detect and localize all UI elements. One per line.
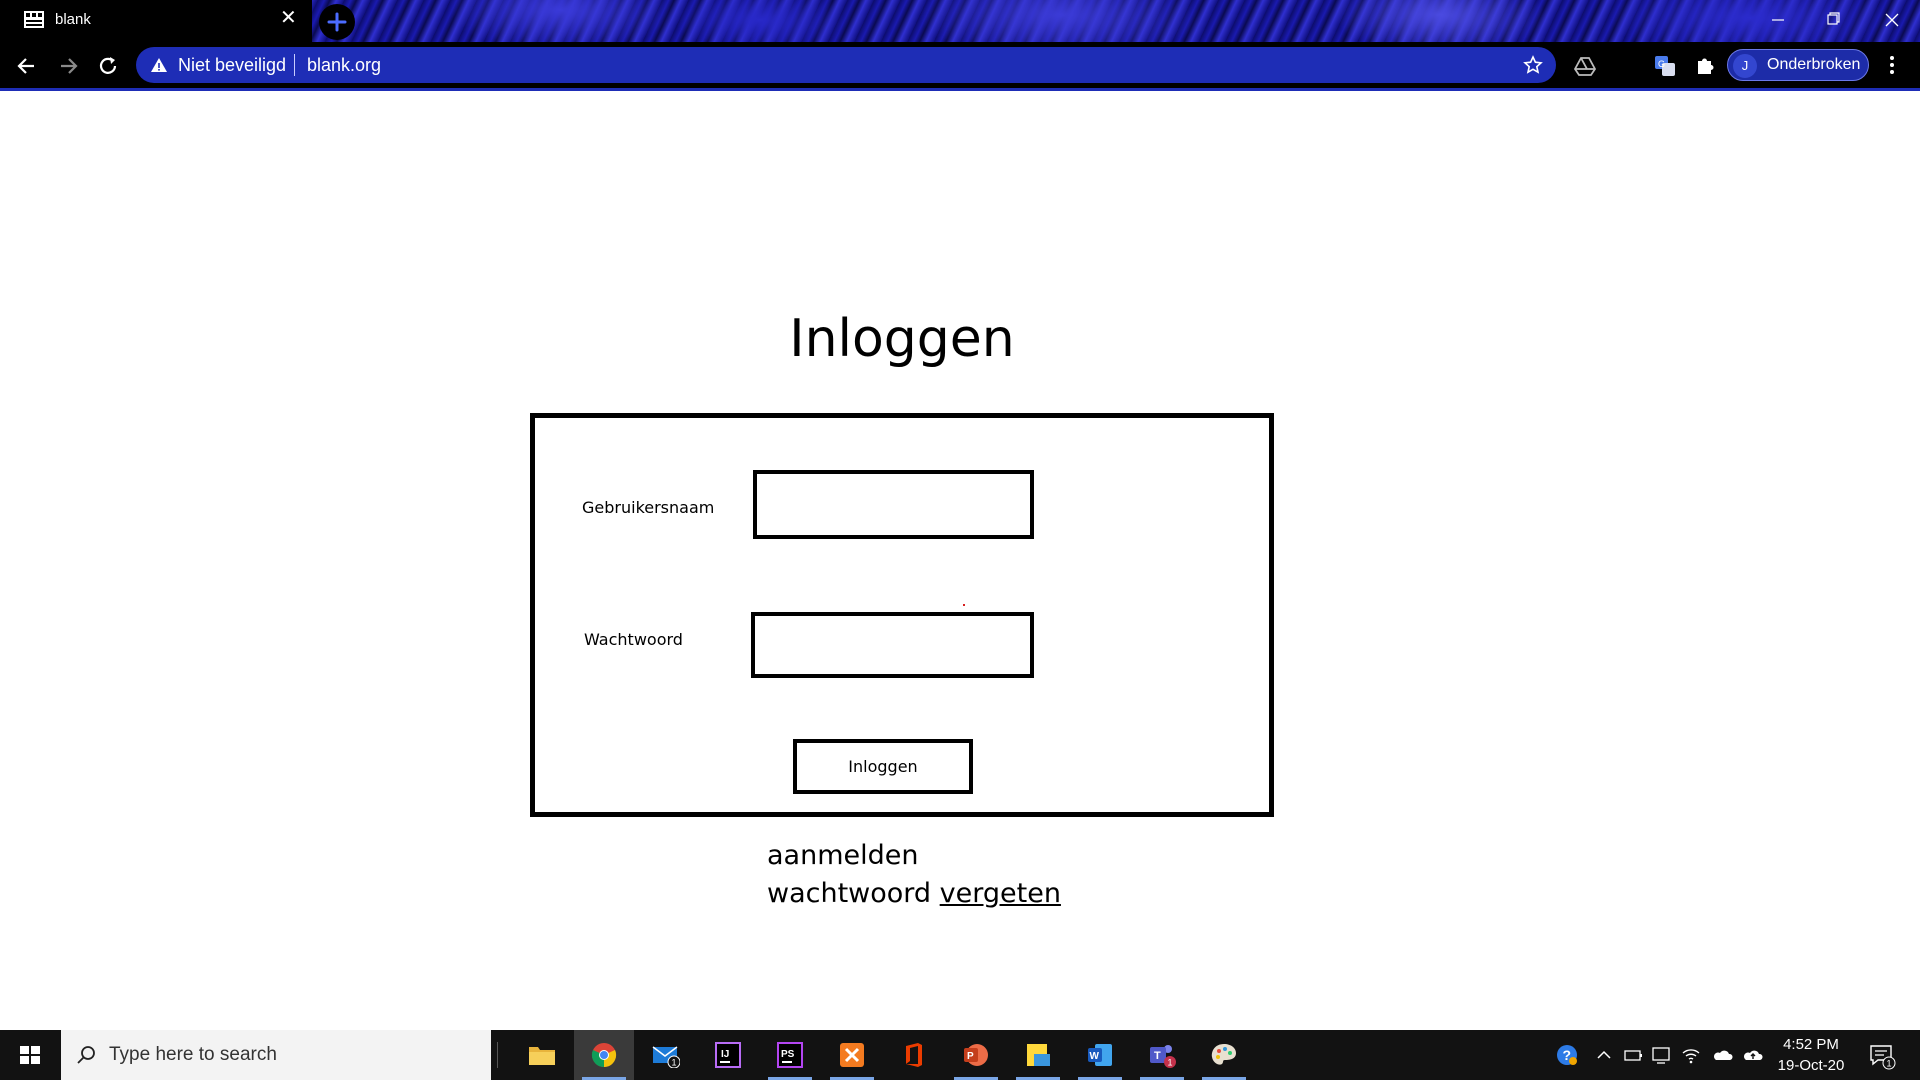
- mail-badge: 1: [672, 1058, 677, 1068]
- close-window-icon[interactable]: [1872, 8, 1912, 32]
- taskbar-phpstorm[interactable]: PS: [760, 1030, 820, 1080]
- windows-taskbar: Type here to search 1 IJ PS P W T1 ? 4:5…: [0, 1030, 1920, 1080]
- address-bar[interactable]: Niet beveiligd blank.org: [136, 47, 1556, 83]
- svg-text:G: G: [1658, 59, 1665, 69]
- cloud-upload-icon[interactable]: [1742, 1044, 1764, 1066]
- paint-palette-icon: [1211, 1044, 1236, 1065]
- google-translate-icon[interactable]: G: [1654, 55, 1676, 77]
- browser-tab[interactable]: blank ✕: [0, 0, 312, 42]
- taskbar-divider: [497, 1042, 498, 1068]
- reload-icon[interactable]: [95, 53, 121, 79]
- mail-icon: 1: [652, 1046, 680, 1068]
- search-placeholder: Type here to search: [109, 1044, 277, 1065]
- username-label: Gebruikersnaam: [582, 498, 715, 517]
- taskbar-intellij[interactable]: IJ: [698, 1030, 758, 1080]
- svg-text:P: P: [967, 1051, 974, 1062]
- teams-badge: 1: [1168, 1058, 1173, 1068]
- start-button[interactable]: [0, 1030, 60, 1080]
- page-viewport: Inloggen Gebruikersnaam Wachtwoord Inlog…: [0, 91, 1920, 1030]
- windows-logo-icon: [20, 1046, 40, 1064]
- taskbar-chrome[interactable]: [574, 1030, 634, 1080]
- more-menu-icon[interactable]: [1882, 54, 1902, 76]
- svg-text:IJ: IJ: [721, 1049, 729, 1060]
- page-title: Inloggen: [789, 309, 1015, 369]
- svg-text:PS: PS: [781, 1049, 795, 1060]
- intellij-icon: IJ: [715, 1042, 741, 1068]
- tab-close-icon[interactable]: ✕: [280, 8, 297, 28]
- taskbar-search-box[interactable]: Type here to search: [61, 1030, 491, 1080]
- blank-page-favicon-icon: [24, 11, 44, 28]
- browser-title-bar: blank ✕: [0, 0, 1920, 42]
- taskbar-file-explorer[interactable]: [512, 1030, 572, 1080]
- powerpoint-icon: P: [964, 1044, 988, 1066]
- taskbar-sticky-notes[interactable]: [1008, 1030, 1068, 1080]
- taskbar-word[interactable]: W: [1070, 1030, 1130, 1080]
- taskbar-clock[interactable]: 4:52 PM 19-Oct-20: [1768, 1034, 1854, 1076]
- clock-date: 19-Oct-20: [1777, 1057, 1845, 1074]
- svg-text:T: T: [1154, 1050, 1161, 1062]
- taskbar-teams[interactable]: T1: [1132, 1030, 1192, 1080]
- taskbar-powerpoint[interactable]: P: [946, 1030, 1006, 1080]
- url-text[interactable]: blank.org: [307, 55, 381, 76]
- warning-triangle-icon[interactable]: [150, 56, 168, 74]
- forgot-password-prefix: wachtwoord: [767, 878, 932, 909]
- chevron-up-icon[interactable]: [1593, 1044, 1615, 1066]
- xampp-icon: [840, 1043, 864, 1067]
- back-arrow-icon[interactable]: [14, 53, 40, 79]
- password-field[interactable]: [751, 612, 1034, 678]
- login-button[interactable]: Inloggen: [793, 739, 973, 794]
- login-form: Gebruikersnaam Wachtwoord Inloggen: [530, 413, 1274, 817]
- new-tab-button[interactable]: [319, 4, 355, 40]
- notification-badge: 1: [1887, 1059, 1892, 1069]
- phpstorm-icon: PS: [777, 1042, 803, 1068]
- help-icon[interactable]: ?: [1556, 1044, 1578, 1066]
- battery-icon[interactable]: [1622, 1044, 1644, 1066]
- onedrive-icon[interactable]: [1712, 1044, 1734, 1066]
- wifi-icon[interactable]: [1680, 1044, 1702, 1066]
- clock-time: 4:52 PM: [1783, 1036, 1839, 1053]
- display-icon[interactable]: [1650, 1044, 1672, 1066]
- word-icon: W: [1088, 1044, 1112, 1066]
- account-links: aanmelden wachtwoord vergeten: [767, 837, 1061, 913]
- folder-icon: [529, 1047, 555, 1065]
- stray-dot: [963, 604, 965, 606]
- taskbar-office[interactable]: [884, 1030, 944, 1080]
- restore-icon[interactable]: [1813, 8, 1853, 32]
- google-drive-icon[interactable]: [1574, 55, 1596, 77]
- avatar: J: [1733, 54, 1757, 78]
- bookmark-star-icon[interactable]: [1523, 55, 1543, 75]
- forward-arrow-icon[interactable]: [55, 53, 81, 79]
- notification-center-icon[interactable]: 1: [1868, 1042, 1896, 1070]
- forgot-password-line: wachtwoord vergeten: [767, 875, 1061, 913]
- chrome-icon: [591, 1043, 617, 1068]
- svg-text:W: W: [1090, 1051, 1100, 1062]
- teams-icon: T1: [1150, 1045, 1176, 1068]
- signup-link[interactable]: aanmelden: [767, 837, 1061, 875]
- profile-button[interactable]: J Onderbroken: [1727, 49, 1869, 81]
- plus-icon: [327, 12, 347, 32]
- username-field[interactable]: [753, 470, 1034, 539]
- office-icon: [906, 1043, 922, 1067]
- forgot-password-link[interactable]: vergeten: [940, 878, 1061, 909]
- taskbar-mail[interactable]: 1: [636, 1030, 696, 1080]
- sticky-notes-icon: [1027, 1044, 1050, 1066]
- minimize-icon[interactable]: [1758, 8, 1798, 32]
- address-divider: [294, 54, 295, 76]
- browser-toolbar: Niet beveiligd blank.org G J Onderbroken: [0, 42, 1920, 88]
- taskbar-xampp[interactable]: [822, 1030, 882, 1080]
- tab-title: blank: [55, 11, 91, 28]
- security-status-label[interactable]: Niet beveiligd: [178, 55, 286, 76]
- taskbar-paint[interactable]: [1194, 1030, 1254, 1080]
- search-icon: [77, 1046, 95, 1064]
- password-label: Wachtwoord: [584, 630, 683, 649]
- extensions-puzzle-icon[interactable]: [1694, 55, 1716, 77]
- profile-status-label: Onderbroken: [1767, 56, 1861, 73]
